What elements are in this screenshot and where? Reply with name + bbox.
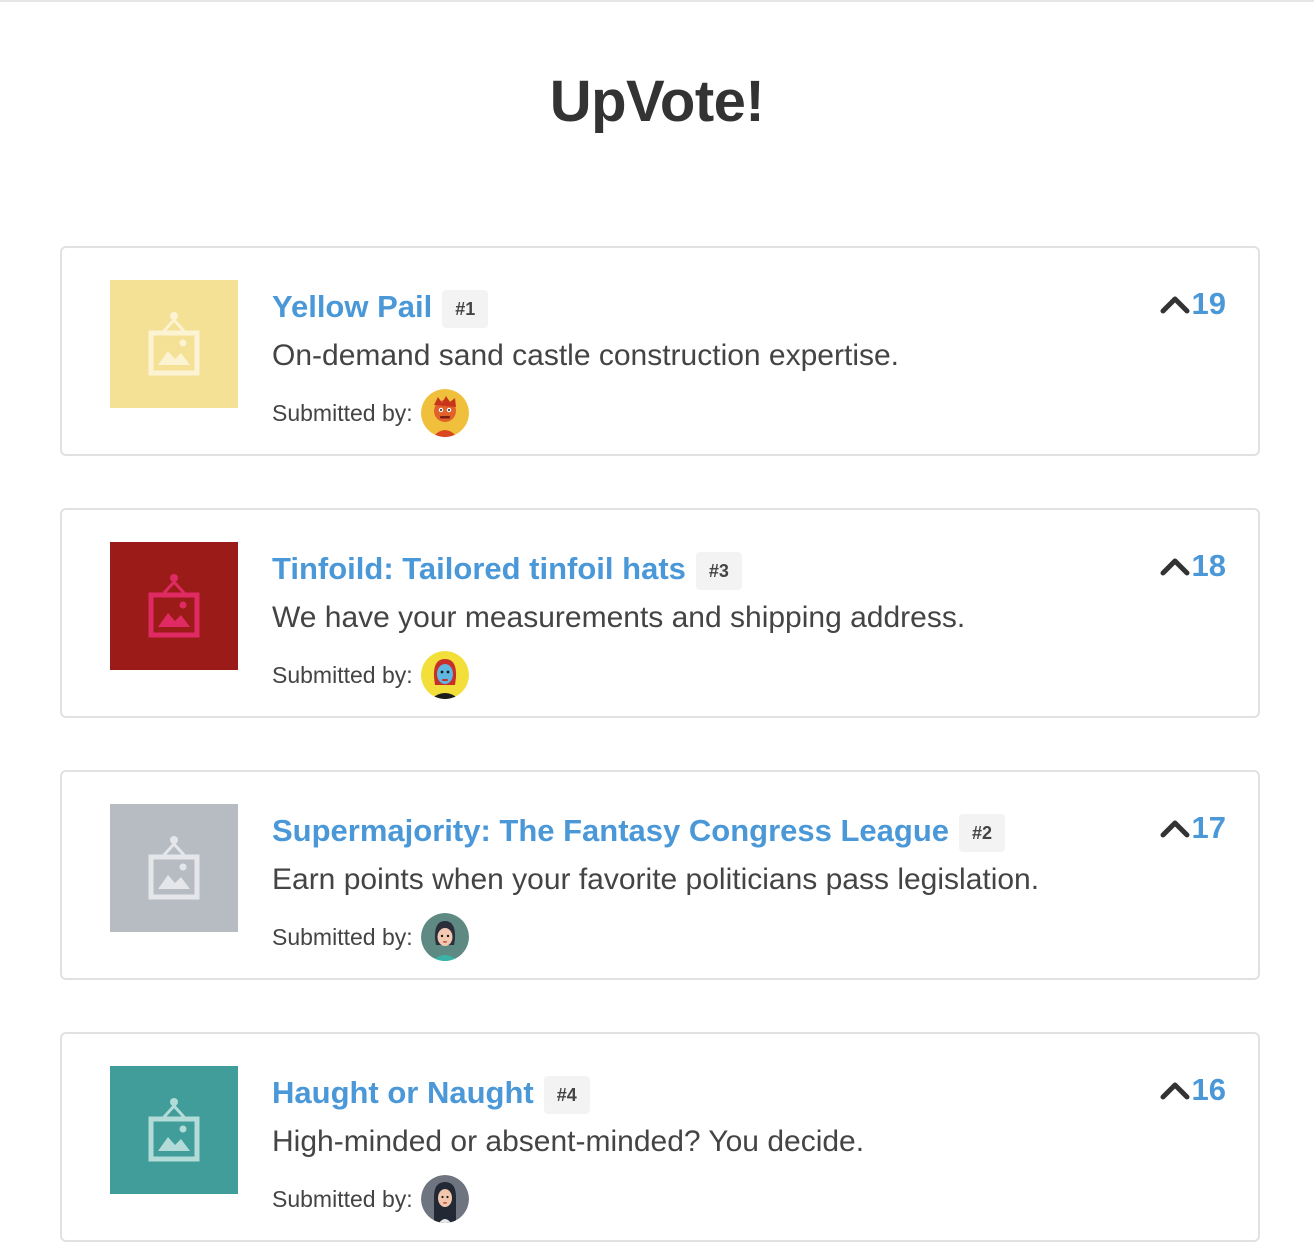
product-thumbnail	[110, 1066, 238, 1194]
vote-count: 19	[1191, 286, 1226, 321]
title-row: Yellow Pail #1	[272, 284, 1108, 330]
submitted-by-row: Submitted by:	[272, 912, 1108, 962]
product-card: Supermajority: The Fantasy Congress Leag…	[60, 770, 1260, 980]
product-list: Yellow Pail #1 On-demand sand castle con…	[60, 246, 1260, 1242]
product-description: We have your measurements and shipping a…	[272, 601, 966, 634]
top-divider	[0, 0, 1314, 2]
image-placeholder-icon	[148, 312, 200, 376]
product-title-link[interactable]: Haught or Naught	[272, 1075, 534, 1111]
upvote-button[interactable]: 16	[1160, 1072, 1226, 1108]
caret-up-icon	[1160, 1082, 1190, 1100]
product-content: Supermajority: The Fantasy Congress Leag…	[272, 808, 1108, 962]
avatar-long-hair-woman-icon	[420, 1175, 469, 1223]
rank-badge: #1	[442, 290, 489, 328]
rank-badge: #3	[695, 552, 742, 590]
rank-badge: #4	[543, 1076, 590, 1114]
title-row: Supermajority: The Fantasy Congress Leag…	[272, 808, 1108, 854]
title-row: Tinfoild: Tailored tinfoil hats #3	[272, 546, 1108, 592]
product-thumbnail	[110, 280, 238, 408]
product-content: Haught or Naught #4 High-minded or absen…	[272, 1070, 1108, 1224]
product-content: Yellow Pail #1 On-demand sand castle con…	[272, 284, 1108, 438]
avatar-dark-hair-woman-icon	[420, 913, 469, 961]
submitted-by-label: Submitted by:	[272, 1185, 413, 1212]
product-card: Tinfoild: Tailored tinfoil hats #3 We ha…	[60, 508, 1260, 718]
product-description: High-minded or absent-minded? You decide…	[272, 1125, 865, 1158]
avatar-orange-character-icon	[420, 389, 469, 437]
image-placeholder-icon	[148, 836, 200, 900]
product-card: Haught or Naught #4 High-minded or absen…	[60, 1032, 1260, 1242]
submitted-by-row: Submitted by:	[272, 388, 1108, 438]
submitted-by-label: Submitted by:	[272, 661, 413, 688]
product-title-link[interactable]: Supermajority: The Fantasy Congress Leag…	[272, 813, 949, 849]
product-content: Tinfoild: Tailored tinfoil hats #3 We ha…	[272, 546, 1108, 700]
product-description: Earn points when your favorite politicia…	[272, 863, 1040, 896]
page-title: UpVote!	[549, 69, 765, 134]
vote-count: 17	[1191, 810, 1226, 845]
image-placeholder-icon	[148, 1098, 200, 1162]
product-thumbnail	[110, 804, 238, 932]
vote-count: 18	[1191, 548, 1226, 583]
rank-badge: #2	[959, 814, 1006, 852]
avatar-red-hair-woman-icon	[420, 651, 469, 699]
image-placeholder-icon	[148, 574, 200, 638]
title-row: Haught or Naught #4	[272, 1070, 1108, 1116]
product-title-link[interactable]: Tinfoild: Tailored tinfoil hats	[272, 551, 686, 587]
product-title-link[interactable]: Yellow Pail	[272, 289, 432, 325]
caret-up-icon	[1160, 820, 1190, 838]
upvote-button[interactable]: 19	[1160, 286, 1226, 322]
product-description: On-demand sand castle construction exper…	[272, 339, 899, 372]
submitted-by-label: Submitted by:	[272, 923, 413, 950]
upvote-button[interactable]: 17	[1160, 810, 1226, 846]
product-card: Yellow Pail #1 On-demand sand castle con…	[60, 246, 1260, 456]
product-thumbnail	[110, 542, 238, 670]
caret-up-icon	[1160, 558, 1190, 576]
submitted-by-label: Submitted by:	[272, 399, 413, 426]
submitted-by-row: Submitted by:	[272, 650, 1108, 700]
submitted-by-row: Submitted by:	[272, 1174, 1108, 1224]
upvote-button[interactable]: 18	[1160, 548, 1226, 584]
caret-up-icon	[1160, 296, 1190, 314]
vote-count: 16	[1191, 1072, 1226, 1107]
